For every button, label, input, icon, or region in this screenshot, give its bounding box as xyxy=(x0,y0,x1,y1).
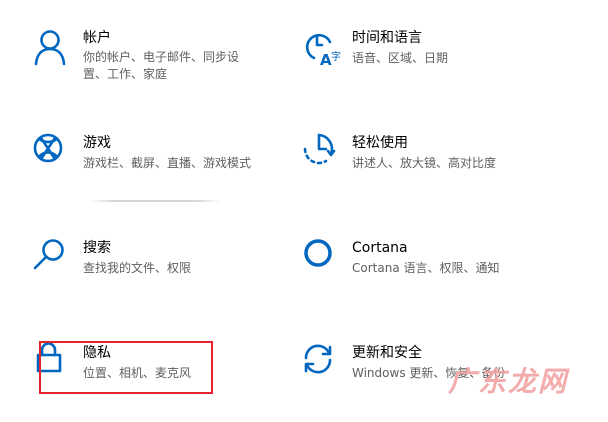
tile-title: 帐户 xyxy=(83,30,111,46)
tile-title: 搜索 xyxy=(83,240,111,256)
settings-tile-search[interactable]: 搜索 查找我的文件、权限 xyxy=(33,238,191,278)
update-icon xyxy=(304,344,332,374)
time-language-icon: A 字 xyxy=(305,33,341,68)
watermark-logo: 广东龙网 xyxy=(447,365,568,398)
tile-desc: Cortana 语言、权限、通知 xyxy=(352,261,500,275)
divider xyxy=(88,200,222,202)
tile-desc: 查找我的文件、权限 xyxy=(83,261,192,275)
cortana-icon xyxy=(304,239,332,267)
tile-title: 游戏 xyxy=(83,135,111,151)
svg-text:字: 字 xyxy=(331,50,341,63)
settings-tile-ease-of-access[interactable]: 轻松使用 讲述人、放大镜、高对比度 xyxy=(302,133,496,173)
privacy-highlight-box xyxy=(39,341,213,394)
xbox-icon xyxy=(33,133,63,163)
settings-tile-account[interactable]: 帐户 你的帐户、电子邮件、同步设 置、工作、家庭 xyxy=(33,28,239,83)
tile-title: Cortana xyxy=(352,240,408,256)
tile-desc: 游戏栏、截屏、直播、游戏模式 xyxy=(83,156,252,170)
tile-title: 时间和语言 xyxy=(352,30,422,46)
ease-of-access-icon xyxy=(303,133,336,165)
search-icon xyxy=(33,239,64,270)
tile-title: 轻松使用 xyxy=(352,135,408,151)
settings-tile-gaming[interactable]: 游戏 游戏栏、截屏、直播、游戏模式 xyxy=(33,133,251,173)
settings-tile-time-language[interactable]: A 字 时间和语言 语音、区域、日期 xyxy=(302,28,448,68)
tile-desc: 你的帐户、电子邮件、同步设 xyxy=(83,50,240,64)
tile-desc: 讲述人、放大镜、高对比度 xyxy=(352,156,497,170)
tile-desc: 置、工作、家庭 xyxy=(83,67,168,81)
person-icon xyxy=(34,30,66,66)
tile-desc: 语音、区域、日期 xyxy=(352,51,449,65)
settings-tile-cortana[interactable]: Cortana Cortana 语言、权限、通知 xyxy=(302,238,500,278)
